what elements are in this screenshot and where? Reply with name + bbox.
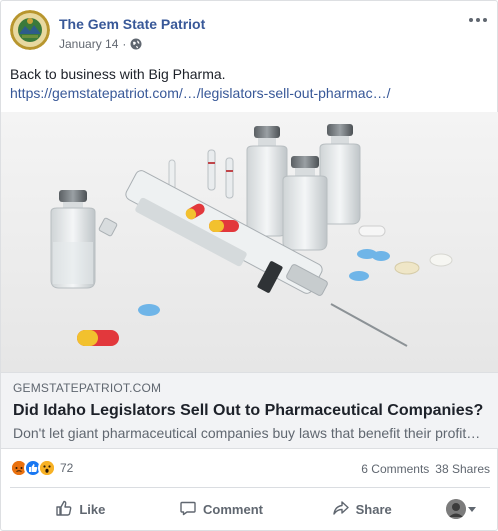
reaction-summary[interactable]: 72 [10, 459, 73, 477]
meta-separator: · [122, 37, 127, 51]
page-avatar[interactable] [10, 10, 50, 50]
share-icon [332, 499, 350, 520]
post-meta: January 14 · [59, 37, 142, 51]
comment-button[interactable]: Comment [151, 493, 292, 525]
link-preview-image[interactable] [1, 112, 498, 372]
ellipsis-icon[interactable] [466, 12, 490, 28]
page-name-link[interactable]: The Gem State Patriot [59, 16, 205, 32]
post-link[interactable]: https://gemstatepatriot.com/…/legislator… [10, 84, 490, 103]
comment-icon [179, 499, 197, 520]
comments-count[interactable]: 6 Comments [361, 462, 429, 476]
post-actions: Like Comment Share [10, 491, 490, 527]
like-button[interactable]: Like [10, 493, 151, 525]
link-domain: GEMSTATEPATRIOT.COM [13, 381, 162, 395]
post-header: The Gem State Patriot January 14 · [10, 10, 490, 54]
globe-icon [130, 38, 142, 50]
actions-divider [10, 487, 490, 488]
post-card: The Gem State Patriot January 14 · Back … [0, 0, 498, 531]
post-message: Back to business with Big Pharma. https:… [10, 65, 490, 103]
share-label: Share [355, 501, 392, 517]
link-headline[interactable]: Did Idaho Legislators Sell Out to Pharma… [13, 401, 487, 421]
shares-count[interactable]: 38 Shares [435, 462, 490, 476]
engagement-counts: 6 Comments 38 Shares [361, 462, 490, 476]
post-message-text: Back to business with Big Pharma. [10, 66, 226, 82]
wow-icon [38, 459, 56, 477]
react-as-selector[interactable] [432, 499, 490, 519]
share-button[interactable]: Share [291, 493, 432, 525]
reaction-count[interactable]: 72 [60, 461, 73, 475]
user-avatar [446, 499, 467, 519]
post-date[interactable]: January 14 [59, 37, 118, 51]
link-description: Don't let giant pharmaceutical companies… [13, 425, 481, 441]
like-label: Like [79, 501, 106, 517]
comment-label: Comment [203, 501, 263, 517]
chevron-down-icon [468, 506, 477, 512]
link-preview-meta[interactable]: GEMSTATEPATRIOT.COM Did Idaho Legislator… [1, 372, 498, 449]
post-stats: 72 6 Comments 38 Shares [10, 456, 490, 480]
thumbs-up-icon [55, 499, 73, 520]
